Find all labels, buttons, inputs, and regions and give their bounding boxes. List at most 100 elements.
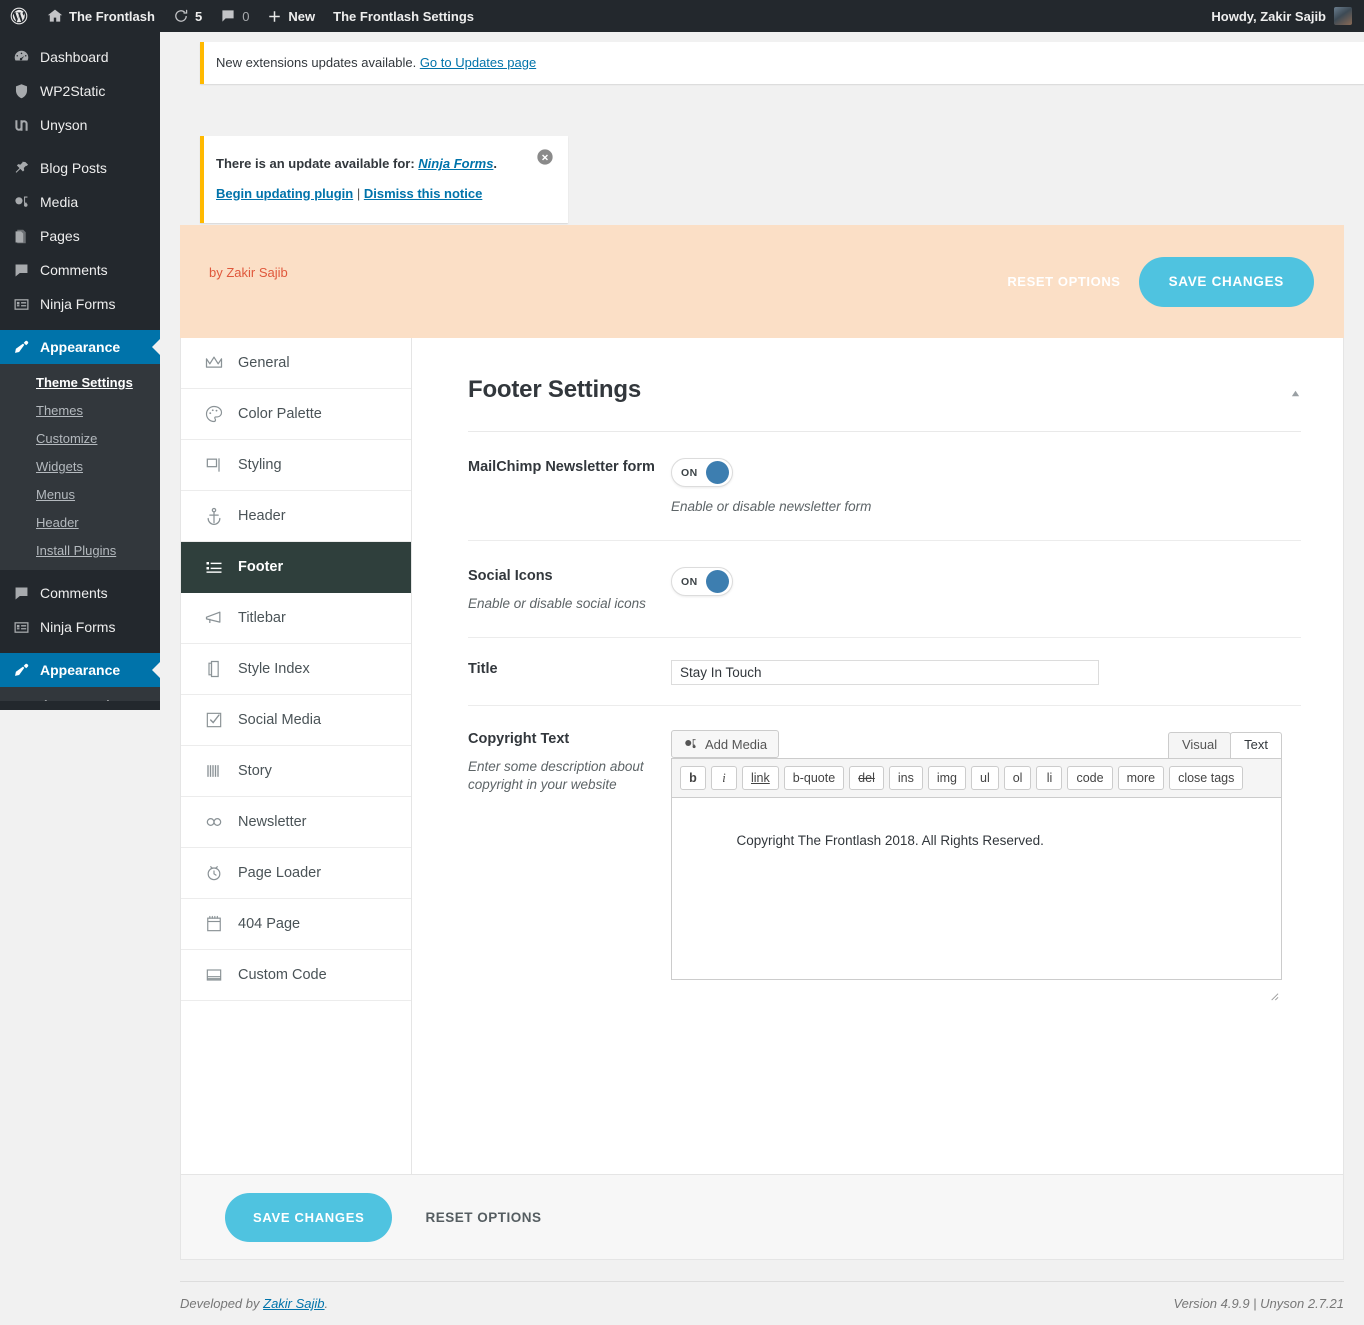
quicktag-more-button[interactable]: more (1117, 766, 1165, 791)
submenu-item-widgets[interactable]: Widgets (0, 453, 160, 481)
sidebar-item-appearance[interactable]: Appearance (0, 330, 160, 364)
tab-newsletter[interactable]: Newsletter (181, 797, 411, 848)
media-icon (11, 192, 31, 212)
submenu-item-theme-settings[interactable]: Theme Settings (0, 369, 160, 397)
submenu-item-themes[interactable]: Themes (0, 397, 160, 425)
new-content-menu[interactable]: New (258, 0, 324, 32)
social-icons-label: Social Icons (468, 568, 553, 585)
howdy-label: Howdy, Zakir Sajib (1211, 8, 1326, 24)
tab-label: Newsletter (238, 814, 307, 830)
tab-page-loader[interactable]: Page Loader (181, 848, 411, 899)
editor-quicktags-toolbar: b i link b-quote del ins img ul ol li co… (671, 758, 1282, 799)
flag-icon (203, 454, 225, 476)
sidebar-item-comments-2[interactable]: Comments (0, 576, 160, 610)
quicktag-code-button[interactable]: code (1067, 766, 1113, 791)
row-social-icons: Social Icons Enable or disable social ic… (468, 541, 1301, 639)
toggle-knob (706, 570, 729, 594)
mailchimp-label: MailChimp Newsletter form (468, 459, 655, 475)
code-block-icon (203, 964, 225, 986)
page-title: Footer Settings (468, 376, 642, 403)
sidebar-item-comments[interactable]: Comments (0, 253, 160, 287)
save-changes-button-top[interactable]: SAVE CHANGES (1138, 256, 1314, 307)
settings-tabs: General Color Palette Styling Header Foo… (181, 338, 412, 1241)
sidebar-item-dashboard[interactable]: Dashboard (0, 40, 160, 74)
quicktag-ul-button[interactable]: ul (971, 766, 999, 791)
updates-menu[interactable]: 5 (164, 0, 211, 32)
reset-options-button-top[interactable]: RESET OPTIONS (1007, 274, 1120, 289)
comment-icon (11, 260, 31, 280)
developer-link[interactable]: Zakir Sajib (263, 1296, 324, 1311)
row-label: Social Icons Enable or disable social ic… (468, 567, 671, 613)
sidebar-item-appearance-2[interactable]: Appearance (0, 653, 160, 687)
notice-separator: | (356, 185, 361, 201)
current-page-menu[interactable]: The Frontlash Settings (324, 0, 483, 32)
wp-logo-menu[interactable] (0, 0, 38, 32)
timer-icon (203, 862, 225, 884)
notice-plugin-actions: Begin updating plugin | Dismiss this not… (216, 184, 556, 204)
notepad-icon (203, 913, 225, 935)
sidebar-item-unyson[interactable]: Unyson (0, 108, 160, 142)
sidebar-item-wp2static[interactable]: WP2Static (0, 74, 160, 108)
tab-custom-code[interactable]: Custom Code (181, 950, 411, 1001)
sidebar-item-label: Dashboard (40, 49, 109, 65)
account-menu[interactable]: Howdy, Zakir Sajib (1211, 7, 1364, 25)
sidebar-item-label: Ninja Forms (40, 619, 116, 635)
quicktag-bold-button[interactable]: b (680, 766, 706, 791)
save-changes-button-bottom[interactable]: SAVE CHANGES (225, 1192, 393, 1242)
quicktag-close-tags-button[interactable]: close tags (1169, 766, 1244, 791)
quicktag-del-button[interactable]: del (849, 766, 884, 791)
tab-social-media[interactable]: Social Media (181, 695, 411, 746)
sidebar-item-ninja-forms-2[interactable]: Ninja Forms (0, 610, 160, 644)
sidebar-item-label: Unyson (40, 117, 88, 133)
copyright-label: Copyright Text (468, 731, 570, 748)
plugin-name-link[interactable]: Ninja Forms (418, 156, 493, 171)
notice-plugin-prefix: There is an update available for: (216, 156, 415, 171)
footer-version: Version 4.9.9 | Unyson 2.7.21 (1173, 1296, 1344, 1311)
submenu-item-customize[interactable]: Customize (0, 425, 160, 453)
quicktag-ins-button[interactable]: ins (888, 766, 923, 791)
tab-styling[interactable]: Styling (181, 440, 411, 491)
submenu-item-install-plugins[interactable]: Install Plugins (0, 537, 160, 565)
begin-updating-plugin-link[interactable]: Begin updating plugin (216, 186, 353, 201)
go-to-updates-link[interactable]: Go to Updates page (420, 55, 536, 70)
quicktag-img-button[interactable]: img (927, 766, 966, 791)
copyright-description: Enter some description about copyright i… (468, 759, 644, 793)
row-label: Title (468, 660, 671, 679)
close-circle-icon[interactable] (536, 148, 554, 166)
submenu-item-header[interactable]: Header (0, 509, 160, 537)
sidebar-item-blog-posts[interactable]: Blog Posts (0, 151, 160, 185)
copyright-textarea[interactable]: Copyright The Frontlash 2018. All Rights… (671, 798, 1282, 1001)
social-icons-toggle[interactable]: ON (671, 567, 733, 597)
submenu-item-theme-settings-2[interactable]: Theme Settings (0, 692, 160, 701)
tab-titlebar[interactable]: Titlebar (181, 593, 411, 644)
editor-tab-text[interactable]: Text (1230, 732, 1282, 759)
quicktag-bquote-button[interactable]: b-quote (783, 766, 845, 791)
sidebar-item-media[interactable]: Media (0, 185, 160, 219)
submenu-item-menus[interactable]: Menus (0, 481, 160, 509)
add-media-button[interactable]: Add Media (671, 730, 780, 759)
sidebar-item-pages[interactable]: Pages (0, 219, 160, 253)
resize-grip-icon[interactable] (1267, 966, 1279, 1001)
comments-menu[interactable]: 0 (211, 0, 258, 32)
quicktag-italic-button[interactable]: i (711, 766, 737, 791)
quicktag-li-button[interactable]: li (1036, 766, 1063, 791)
sidebar-item-ninja-forms[interactable]: Ninja Forms (0, 287, 160, 321)
editor-tab-visual[interactable]: Visual (1167, 732, 1232, 759)
tab-general[interactable]: General (181, 338, 411, 389)
quicktag-link-button[interactable]: link (742, 766, 779, 791)
quicktag-ol-button[interactable]: ol (1003, 766, 1032, 791)
mailchimp-toggle[interactable]: ON (671, 458, 733, 487)
tab-style-index[interactable]: Style Index (181, 644, 411, 695)
pin-icon (11, 158, 31, 178)
dismiss-notice-link[interactable]: Dismiss this notice (364, 186, 482, 201)
tab-footer[interactable]: Footer (181, 542, 411, 593)
tab-404-page[interactable]: 404 Page (181, 899, 411, 950)
tab-color-palette[interactable]: Color Palette (181, 389, 411, 440)
reset-options-button-bottom[interactable]: RESET OPTIONS (425, 1210, 541, 1225)
tab-header[interactable]: Header (181, 491, 411, 542)
site-name-menu[interactable]: The Frontlash (38, 0, 164, 32)
copyright-content: Copyright The Frontlash 2018. All Rights… (736, 832, 1044, 848)
caret-up-icon[interactable] (1290, 388, 1301, 399)
tab-story[interactable]: Story (181, 746, 411, 797)
title-input[interactable] (671, 660, 1099, 686)
